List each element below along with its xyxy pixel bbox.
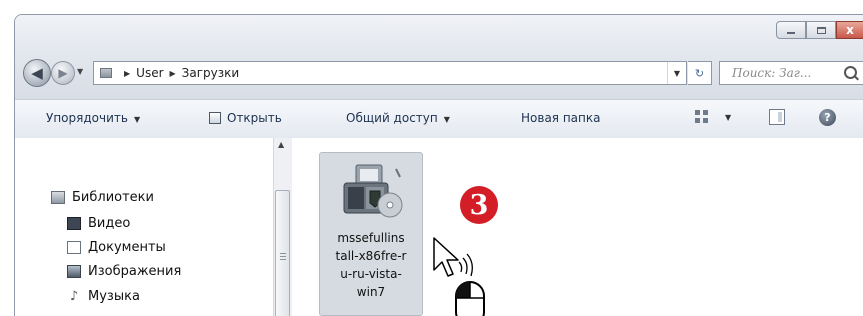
- search-input[interactable]: Поиск: Заг...: [719, 61, 863, 85]
- back-arrow-icon: ◀: [31, 64, 43, 82]
- libraries-icon: [51, 191, 65, 204]
- pictures-icon: [67, 265, 81, 278]
- file-list: mssefullins tall-x86fre-r u-ru-vista- wi…: [292, 138, 863, 316]
- address-dropdown-icon[interactable]: ▼: [667, 62, 686, 84]
- search-placeholder: Поиск: Заг...: [732, 66, 812, 80]
- close-icon: x: [846, 23, 854, 37]
- refresh-button[interactable]: ↻: [688, 61, 712, 85]
- address-bar[interactable]: ▶ User ▶ Загрузки ▼: [93, 61, 687, 85]
- views-dropdown-icon[interactable]: ▼: [725, 113, 731, 122]
- installer-icon: [343, 164, 403, 218]
- open-icon: [209, 112, 221, 124]
- caption-buttons: x: [776, 21, 863, 39]
- nav-item-video[interactable]: Видео: [67, 216, 130, 231]
- share-button[interactable]: Общий доступ ▼: [346, 111, 450, 125]
- nav-item-label: Изображения: [88, 264, 182, 279]
- forward-arrow-icon: ▶: [58, 66, 68, 80]
- organize-button[interactable]: Упорядочить ▼: [46, 111, 140, 125]
- chevron-down-icon: ▼: [443, 115, 450, 124]
- refresh-icon: ↻: [694, 66, 705, 80]
- minimize-button[interactable]: [776, 21, 806, 39]
- breadcrumb-separator-icon: ▶: [124, 68, 131, 78]
- scroll-thumb[interactable]: [275, 190, 290, 316]
- help-glyph: ?: [824, 111, 831, 124]
- close-button[interactable]: x: [836, 21, 863, 39]
- file-item-installer[interactable]: mssefullins tall-x86fre-r u-ru-vista- wi…: [319, 152, 423, 316]
- video-icon: [67, 217, 81, 230]
- nav-item-label: Библиотеки: [72, 190, 154, 205]
- scroll-up-icon[interactable]: ▲: [278, 140, 284, 149]
- back-button[interactable]: ◀: [23, 59, 51, 87]
- preview-pane-icon[interactable]: [769, 109, 785, 125]
- chevron-down-icon: ▼: [133, 115, 141, 124]
- nav-item-music[interactable]: ♪ Музыка: [67, 289, 140, 304]
- documents-icon: [67, 241, 81, 254]
- history-dropdown-icon[interactable]: ▼: [77, 67, 83, 76]
- nav-item-label: Музыка: [88, 289, 140, 304]
- nav-item-libraries[interactable]: Библиотеки: [51, 190, 154, 205]
- file-name: mssefullins tall-x86fre-r u-ru-vista- wi…: [335, 231, 407, 299]
- minimize-icon: [787, 31, 795, 34]
- navigation-pane: Библиотеки Видео Документы Изображения ♪…: [15, 138, 275, 316]
- nav-pane-scrollbar[interactable]: ▲: [273, 138, 293, 316]
- share-label: Общий доступ: [346, 111, 438, 125]
- open-label: Открыть: [227, 111, 282, 125]
- navigation-bar: ◀ ▶ ▼ ▶ User ▶ Загрузки ▼ ↻ Поиск: Заг..…: [15, 57, 863, 89]
- new-folder-label: Новая папка: [521, 111, 601, 125]
- step-number: 3: [469, 189, 489, 221]
- nav-item-label: Документы: [88, 240, 166, 255]
- explorer-window: x ◀ ▶ ▼ ▶ User ▶ Загрузки ▼ ↻ Поиск: Заг…: [14, 14, 863, 316]
- organize-label: Упорядочить: [46, 111, 128, 125]
- breadcrumb-downloads[interactable]: Загрузки: [182, 66, 240, 80]
- step-number-badge: 3: [460, 186, 498, 224]
- nav-item-label: Видео: [88, 216, 131, 231]
- open-button[interactable]: Открыть: [209, 111, 282, 125]
- maximize-button[interactable]: [806, 21, 836, 39]
- breadcrumb-user[interactable]: User: [136, 66, 163, 80]
- command-bar: Упорядочить ▼ Открыть Общий доступ ▼ Новая…: [15, 99, 863, 139]
- music-icon: ♪: [69, 288, 79, 304]
- folder-icon: [100, 68, 112, 78]
- views-icon[interactable]: [695, 110, 709, 124]
- new-folder-button[interactable]: Новая папка: [521, 111, 600, 125]
- maximize-icon: [816, 26, 826, 34]
- mouse-cursor-icon: [433, 237, 485, 316]
- breadcrumb-separator-icon: ▶: [169, 68, 176, 78]
- forward-button[interactable]: ▶: [51, 61, 75, 85]
- nav-item-documents[interactable]: Документы: [67, 240, 166, 255]
- nav-item-pictures[interactable]: Изображения: [67, 264, 181, 279]
- help-icon[interactable]: ?: [819, 109, 836, 126]
- search-icon[interactable]: [844, 66, 857, 79]
